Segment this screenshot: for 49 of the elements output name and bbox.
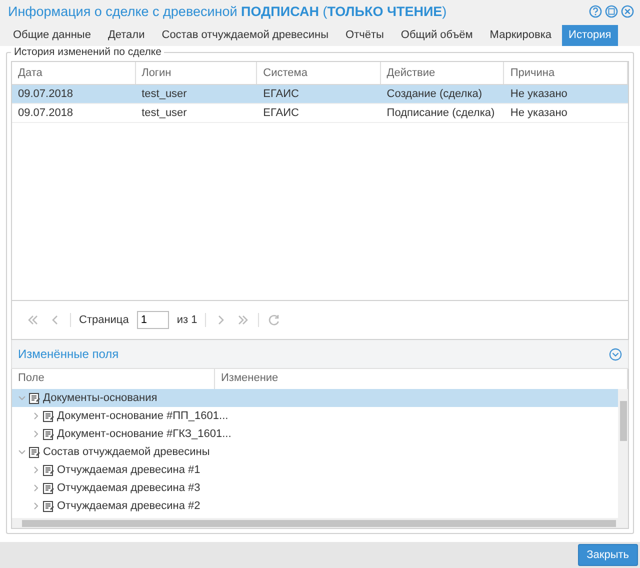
restore-icon[interactable] <box>605 4 618 18</box>
tree-label: Состав отчуждаемой древесины <box>43 446 210 458</box>
panel-title: Изменённые поля <box>18 347 119 361</box>
tree-row[interactable]: Отчуждаемая древесина #1 <box>12 461 618 479</box>
tab[interactable]: Маркировка <box>482 24 559 46</box>
tab[interactable]: Отчёты <box>338 24 391 46</box>
tree-label: Документ-основание #ГКЗ_1601... <box>57 428 232 440</box>
close-icon[interactable] <box>621 4 634 18</box>
group-legend: История изменений по сделке <box>11 46 164 58</box>
tree-row[interactable]: Документ-основание #ГКЗ_1601... <box>12 425 618 443</box>
document-icon <box>43 464 54 476</box>
document-icon <box>43 410 54 422</box>
tree-row[interactable]: Отчуждаемая древесина #2 <box>12 497 618 515</box>
page-field[interactable]: 1 <box>136 311 169 329</box>
collapse-icon[interactable] <box>609 348 622 360</box>
table-row[interactable]: 09.07.2018 test_user ЕГАИС Подписание (сделка) Не указано <box>12 104 628 123</box>
document-icon <box>29 446 40 458</box>
page-count: из 1 <box>176 314 198 326</box>
tab[interactable]: Состав отчуждаемой древесины <box>154 24 336 46</box>
column-header[interactable]: Причина <box>504 62 628 84</box>
refresh-icon[interactable] <box>267 313 282 327</box>
page-label: Страница <box>79 314 129 326</box>
column-header[interactable]: Логин <box>136 62 258 84</box>
column-header[interactable]: Дата <box>12 62 136 84</box>
column-header[interactable]: Действие <box>380 62 504 84</box>
tab[interactable]: Общие данные <box>6 24 98 46</box>
tree-label: Отчуждаемая древесина #1 <box>57 464 200 476</box>
table-row[interactable]: 09.07.2018 test_user ЕГАИС Создание (сделка) Не указано <box>12 85 628 104</box>
tree-row[interactable]: Документы-основания <box>12 389 618 407</box>
tree-label: Документы-основания <box>43 392 158 404</box>
tree-row[interactable]: Состав отчуждаемой древесины <box>12 443 618 461</box>
tab[interactable]: Детали <box>100 24 152 46</box>
tree-label: Отчуждаемая древесина #3 <box>57 482 200 494</box>
document-icon <box>43 428 54 440</box>
tree-row[interactable]: Отчуждаемая древесина #3 <box>12 479 618 497</box>
document-icon <box>29 392 40 404</box>
last-page-icon[interactable] <box>236 313 250 327</box>
document-icon <box>43 482 54 494</box>
tab[interactable]: Общий объём <box>394 24 480 46</box>
tree-row[interactable]: Документ-основание #ПП_1601... <box>12 407 618 425</box>
vertical-scrollbar[interactable] <box>618 389 628 518</box>
window-title: Информация о сделке с древесиной ПОДПИСАН (ТОЛЬКО ЧТЕНИЕ) <box>7 4 448 18</box>
document-icon <box>43 500 54 512</box>
tree-label: Документ-основание #ПП_1601... <box>57 410 228 422</box>
tree-label: Отчуждаемая древесина #2 <box>57 500 200 512</box>
column-header[interactable]: Система <box>257 62 381 84</box>
first-page-icon[interactable] <box>26 313 40 327</box>
horizontal-scrollbar[interactable] <box>12 518 628 528</box>
help-icon[interactable] <box>589 4 602 18</box>
